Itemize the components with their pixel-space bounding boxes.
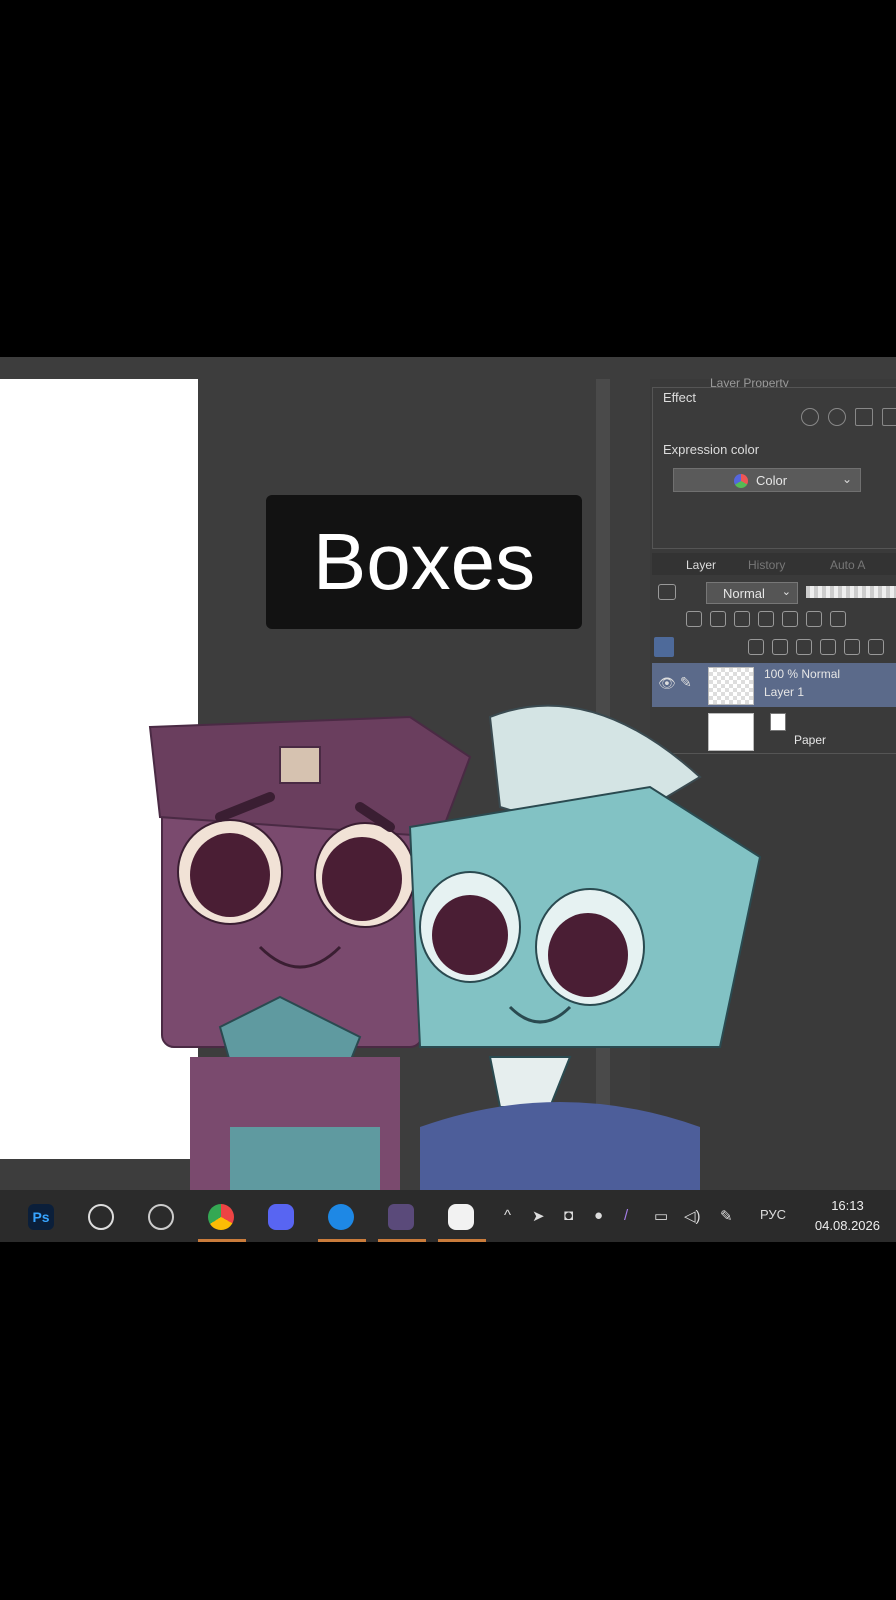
layer-panel-tabs: Layer History Auto A [652,553,896,575]
new-vector-layer-icon[interactable] [772,639,788,655]
messenger-icon[interactable] [328,1204,354,1230]
telegram-icon[interactable]: ➤ [532,1207,545,1225]
layer-name: Paper [794,733,827,747]
discord-icon[interactable] [268,1204,294,1230]
system-clock[interactable]: 16:13 04.08.2026 [815,1196,880,1236]
layer-blend-info: 100 % Normal [764,667,841,681]
layer-color-icon[interactable] [882,408,896,426]
recorder-icon[interactable] [88,1204,114,1230]
stylus-icon[interactable]: ✎ [720,1207,733,1225]
layer-toolbar: Normal ⌄ [652,575,896,659]
character-illustration [148,704,762,1197]
obs-icon[interactable] [148,1204,174,1230]
messenger-active-indicator [318,1239,366,1242]
clip-layer-icon[interactable] [686,611,702,627]
mic-icon[interactable]: ● [594,1207,603,1224]
eye-icon[interactable]: 👁 [658,675,676,692]
volume-icon[interactable]: ◁) [684,1207,701,1225]
clock-time: 16:13 [831,1198,864,1213]
color-wheel-icon [734,474,748,488]
blend-mode-value: Normal [723,586,765,601]
chrome-icon[interactable] [208,1204,234,1230]
reference-layer-icon[interactable] [710,611,726,627]
tab-history[interactable]: History [748,558,785,572]
pen-icon[interactable]: / [624,1207,628,1224]
network-icon[interactable]: ▭ [654,1207,668,1225]
tab-layer[interactable]: Layer [686,558,716,572]
language-indicator[interactable]: РУС [760,1207,786,1222]
merge-layer-icon[interactable] [844,639,860,655]
expression-color-label: Expression color [663,442,760,457]
mask-icon[interactable] [806,611,822,627]
video-title-caption: Boxes [266,495,582,629]
layer-color-swatch[interactable] [658,584,676,600]
new-raster-layer-icon[interactable] [748,639,764,655]
photoshop-icon[interactable]: Ps [28,1204,54,1230]
chevron-down-icon: ⌄ [781,586,791,598]
screen-recording-frame: Layer Property Effect Expression color C… [0,357,896,1242]
effect-icons [801,408,896,426]
draft-layer-icon[interactable] [734,611,750,627]
layer-mask-icon[interactable] [868,639,884,655]
clip-studio-icon[interactable] [448,1204,474,1230]
clock-date: 04.08.2026 [814,1218,880,1233]
blend-mode-select[interactable]: Normal ⌄ [706,582,798,604]
tone-effect-icon[interactable] [828,408,846,426]
border-effect-icon[interactable] [801,408,819,426]
layer-property-panel: Effect Expression color Color ⌄ [652,387,896,549]
layer-panel-toggle-icon[interactable] [654,637,674,657]
layer-action-tools [748,639,884,655]
expression-color-value: Color [756,473,788,488]
opacity-slider[interactable] [806,586,896,598]
pen-icon: ✎ [680,674,692,690]
expression-color-select[interactable]: Color ⌄ [673,468,861,492]
layer-lock-tools [686,611,846,627]
windows-taskbar: Ps ^ ➤ ◘ ● / ▭ ◁) ✎ РУС 16:13 04.08.2026 [0,1190,896,1242]
game-icon[interactable] [388,1204,414,1230]
transfer-layer-icon[interactable] [820,639,836,655]
lock-transparency-icon[interactable] [782,611,798,627]
tab-auto-action[interactable]: Auto A [830,558,865,572]
chevron-down-icon: ⌄ [841,472,852,486]
chrome-active-indicator [198,1239,246,1242]
new-folder-icon[interactable] [796,639,812,655]
ruler-icon[interactable] [830,611,846,627]
lock-icon[interactable] [758,611,774,627]
dither-effect-icon[interactable] [855,408,873,426]
clip-studio-active-indicator [438,1239,486,1242]
chevron-up-icon[interactable]: ^ [504,1207,511,1224]
camera-icon[interactable]: ◘ [564,1207,573,1224]
effect-label: Effect [663,390,697,405]
game-active-indicator [378,1239,426,1242]
